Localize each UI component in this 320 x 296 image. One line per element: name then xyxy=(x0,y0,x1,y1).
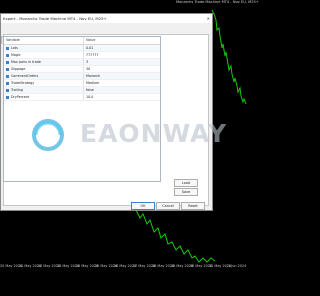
table-header: Variable Value xyxy=(4,37,160,45)
parameter-icon xyxy=(6,60,9,64)
time-label: 1 Jun 2024 xyxy=(228,264,247,268)
table-row[interactable]: Magic 777777 xyxy=(4,52,160,59)
parameter-icon xyxy=(6,46,9,50)
ok-button[interactable]: OK xyxy=(131,202,155,210)
row-variable: Slippage xyxy=(11,67,26,71)
close-icon[interactable]: ✕ xyxy=(207,14,210,23)
table-row[interactable]: Slippage 30 xyxy=(4,66,160,73)
parameter-icon xyxy=(6,95,9,99)
row-variable: CommentOrders xyxy=(11,74,39,78)
table-row[interactable]: Trailing false xyxy=(4,87,160,94)
dialog-titlebar: Expert - Monarchs Trade Machine MT4 - No… xyxy=(1,14,212,23)
parameter-icon xyxy=(6,88,9,92)
row-variable: Lots xyxy=(11,46,18,50)
table-row[interactable]: TradeStrategy Medium xyxy=(4,80,160,87)
header-value[interactable]: Value xyxy=(82,37,160,44)
row-variable: Magic xyxy=(11,53,21,57)
row-variable: Max pairs in trade xyxy=(11,60,41,64)
dialog-tabs: AboutCommonInputs xyxy=(1,25,58,44)
row-value[interactable]: 30 xyxy=(82,66,160,72)
parameter-icon xyxy=(6,53,9,57)
row-value[interactable]: 10.0 xyxy=(82,94,160,100)
table-body: Lots 0.01 Magic 777777 Max pairs in trad… xyxy=(4,45,160,101)
table-row[interactable]: Max pairs in trade 3 xyxy=(4,59,160,66)
table-row[interactable]: DryPercent 10.0 xyxy=(4,94,160,101)
row-value[interactable]: 3 xyxy=(82,59,160,65)
table-row[interactable]: Lots 0.01 xyxy=(4,45,160,52)
row-value[interactable]: Medium xyxy=(82,80,160,86)
price-line-lower xyxy=(135,209,216,263)
row-variable: Trailing xyxy=(11,88,23,92)
table-row[interactable]: CommentOrders Monarch xyxy=(4,73,160,80)
row-value[interactable]: false xyxy=(82,87,160,93)
parameter-icon xyxy=(6,81,9,85)
row-value[interactable]: Monarch xyxy=(82,73,160,79)
row-variable: DryPercent xyxy=(11,95,30,99)
row-variable: TradeStrategy xyxy=(11,81,35,85)
header-variable[interactable]: Variable xyxy=(4,37,83,44)
dialog-title: Expert - Monarchs Trade Machine MT4 - No… xyxy=(3,16,107,21)
load-button[interactable]: Load xyxy=(174,179,198,187)
inputs-table: Variable Value Lots 0.01 Magic 777777 Ma… xyxy=(3,36,161,182)
row-value[interactable]: 0.01 xyxy=(82,45,160,51)
cancel-button[interactable]: Cancel xyxy=(156,202,180,210)
parameter-icon xyxy=(6,74,9,78)
expert-properties-dialog: Expert - Monarchs Trade Machine MT4 - No… xyxy=(0,13,213,211)
save-button[interactable]: Save xyxy=(174,188,198,196)
reset-button[interactable]: Reset xyxy=(181,202,205,210)
row-value[interactable]: 777777 xyxy=(82,52,160,58)
price-line xyxy=(211,9,247,105)
parameter-icon xyxy=(6,67,9,71)
time-axis: 20 May 2024 21 May 2024 22 May 2024 23 M… xyxy=(0,264,247,274)
